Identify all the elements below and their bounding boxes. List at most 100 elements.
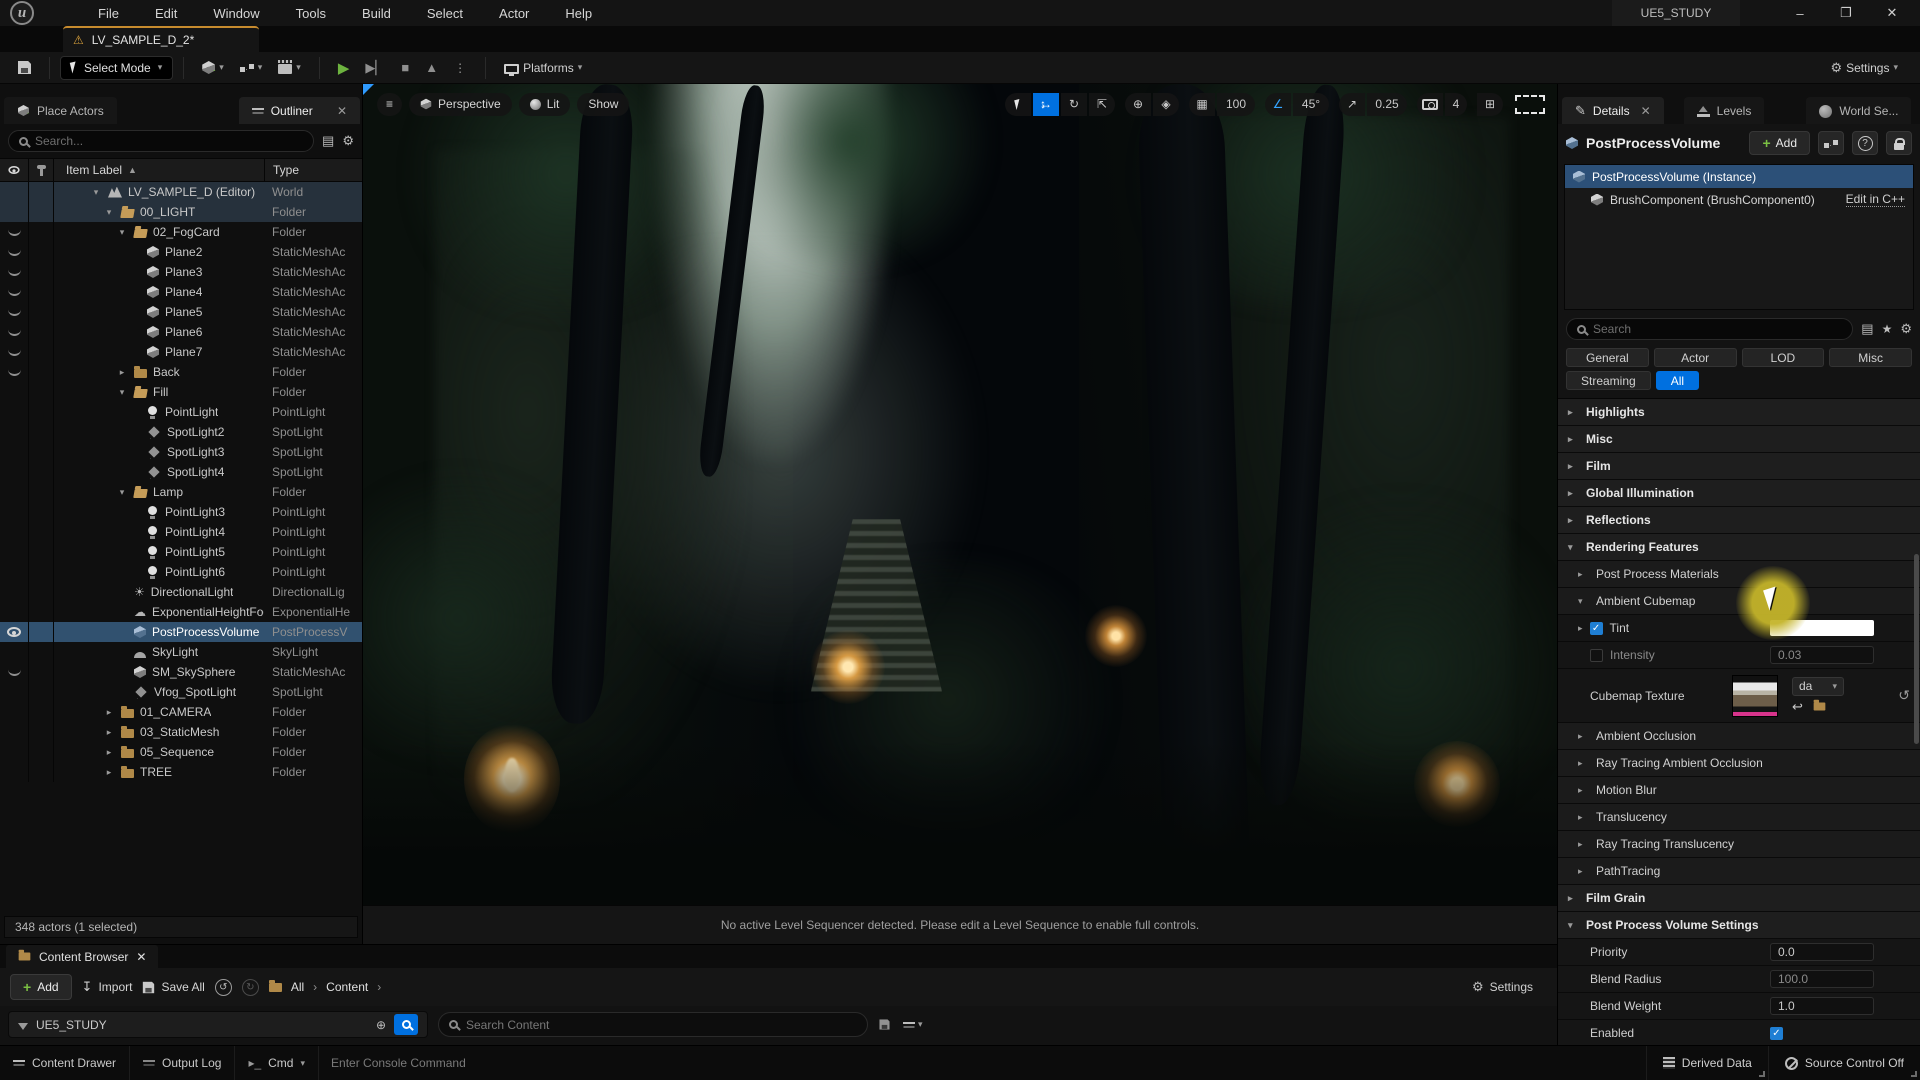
outliner-row[interactable]: ▸ TREE Folder [0,762,362,782]
save-all-button[interactable]: Save All [142,980,204,994]
outliner-row[interactable]: PointLight PointLight [0,402,362,422]
outliner-row[interactable]: ☀ DirectionalLight DirectionalLig [0,582,362,602]
add-collection-icon[interactable]: ⊕ [376,1018,386,1032]
component-row-brush[interactable]: BrushComponent (BrushComponent0) Edit in… [1565,188,1913,211]
add-actor-button[interactable]: +▾ [194,55,232,81]
details-category[interactable]: ▸Reflections [1558,507,1920,534]
back-button[interactable]: ↺ [215,979,232,996]
source-control-button[interactable]: Source Control Off [1768,1046,1920,1080]
perspective-dropdown[interactable]: Perspective [409,93,512,116]
expander-icon[interactable]: ▾ [90,187,102,198]
maximize-viewport-button[interactable]: ⊞ [1477,93,1503,116]
blueprints-button[interactable]: ▾ [232,55,271,81]
sources-filter-bar[interactable]: UE5_STUDY ⊕ [8,1011,428,1038]
camera-speed-value[interactable]: 4 [1445,93,1467,116]
details-subsection[interactable]: ▸Translucency [1558,804,1920,831]
scale-snap-value[interactable]: 0.25 [1367,93,1407,116]
level-asset-tab[interactable]: ⚠ LV_SAMPLE_D_2* [63,26,259,52]
tab-world-settings[interactable]: World Se... [1806,97,1911,124]
filter-chip[interactable]: Misc [1829,348,1912,367]
outliner-row[interactable]: PostProcessVolume PostProcessV [0,622,362,642]
details-category-film-grain[interactable]: ▸Film Grain [1558,885,1920,912]
view-mode-dropdown[interactable]: Lit [519,93,571,116]
cb-settings-button[interactable]: ⚙ Settings [1472,979,1547,995]
expander-icon[interactable]: ▾ [116,487,128,498]
outliner-row[interactable]: PointLight6 PointLight [0,562,362,582]
cinematics-button[interactable]: ▾ [270,55,309,81]
rotation-snap-button[interactable]: ∠ [1265,93,1291,116]
details-scrollbar[interactable] [1914,554,1919,744]
cubemap-asset-dropdown[interactable]: da▾ [1792,677,1844,696]
tab-place-actors[interactable]: + Place Actors [4,97,117,124]
visibility-eye-icon[interactable] [8,309,21,316]
cb-add-button[interactable]: + Add [10,974,72,1000]
favorites-icon[interactable]: ★ [1882,322,1893,336]
menu-item[interactable]: File [84,2,133,25]
visibility-eye-icon[interactable] [8,349,21,356]
close-tab-icon[interactable]: ✕ [1641,104,1651,118]
tab-levels[interactable]: Levels [1684,97,1765,124]
unreal-logo-icon[interactable]: u [10,1,34,25]
blueprint-convert-button[interactable] [1818,131,1844,155]
viewport-options-button[interactable]: ≡ [377,93,402,116]
outliner-row[interactable]: SpotLight3 SpotLight [0,442,362,462]
details-category[interactable]: ▸Global Illumination [1558,480,1920,507]
show-dropdown[interactable]: Show [577,93,629,116]
details-category-rendering-features[interactable]: ▾Rendering Features [1558,534,1920,561]
derived-data-button[interactable]: Derived Data [1646,1046,1768,1080]
outliner-row[interactable]: Plane2 StaticMeshAc [0,242,362,262]
outliner-row[interactable]: ▾ 00_LIGHT Folder [0,202,362,222]
breadcrumb-content[interactable]: Content [326,980,368,994]
viewport-layout-icon[interactable] [1515,95,1545,114]
visibility-eye-icon[interactable] [8,269,21,276]
tab-content-browser[interactable]: Content Browser ✕ [6,945,158,968]
close-tab-icon[interactable]: ✕ [337,104,347,118]
expander-icon[interactable]: ▾ [116,387,128,398]
breadcrumb-all[interactable]: All [291,980,304,994]
chip-all[interactable]: All [1656,371,1699,390]
component-row-instance[interactable]: PostProcessVolume (Instance) [1565,165,1913,188]
outliner-row[interactable]: Vfog_SpotLight SpotLight [0,682,362,702]
pin-column-icon[interactable] [40,168,43,176]
menu-item[interactable]: Build [348,2,405,25]
details-subsection[interactable]: ▸Ray Tracing Ambient Occlusion [1558,750,1920,777]
find-in-content-button[interactable] [394,1014,418,1035]
details-subsection[interactable]: ▸Motion Blur [1558,777,1920,804]
details-subsection[interactable]: ▸Ray Tracing Translucency [1558,831,1920,858]
outliner-row[interactable]: ▾ 02_FogCard Folder [0,222,362,242]
visibility-eye-icon[interactable] [8,329,21,336]
property-value-input[interactable]: 100.0 [1770,970,1874,988]
outliner-row[interactable]: Plane7 StaticMeshAc [0,342,362,362]
edit-in-cpp-link[interactable]: Edit in C++ [1846,192,1905,207]
rotation-snap-value[interactable]: 45° [1293,93,1329,116]
details-settings-icon[interactable]: ⚙ [1900,321,1912,337]
outliner-search-input[interactable]: Search... [8,130,314,152]
column-type[interactable]: Type [264,159,362,181]
expander-icon[interactable]: ▸ [103,727,115,738]
play-options-button[interactable]: ⋮ [446,55,475,81]
level-viewport[interactable]: ≡ Perspective Lit Show ↔↕ ↻ ⇱ ⊕ ◈ ▦ 100 [363,84,1557,944]
close-button[interactable]: ✕ [1882,5,1902,21]
select-tool-button[interactable] [1005,93,1031,116]
menu-item[interactable]: Tools [282,2,340,25]
outliner-row[interactable]: ▾ Fill Folder [0,382,362,402]
browse-to-asset-icon[interactable] [1813,699,1826,714]
details-subsection[interactable]: ▸PathTracing [1558,858,1920,885]
import-button[interactable]: ↧ Import [82,979,133,995]
visibility-eye-icon[interactable] [8,369,21,376]
details-category[interactable]: ▸Highlights [1558,399,1920,426]
outliner-view-icon[interactable]: ▤ [322,133,334,149]
surface-snap-button[interactable]: ◈ [1153,93,1179,116]
filter-chip[interactable]: Actor [1654,348,1737,367]
outliner-row[interactable]: ▸ 03_StaticMesh Folder [0,722,362,742]
outliner-row[interactable]: ▸ 05_Sequence Folder [0,742,362,762]
content-drawer-button[interactable]: Content Drawer [0,1046,130,1080]
viewport-scene[interactable] [363,84,1557,905]
move-tool-button[interactable]: ↔↕ [1033,93,1059,116]
chip-streaming[interactable]: Streaming [1566,371,1651,390]
outliner-row[interactable]: Plane3 StaticMeshAc [0,262,362,282]
details-category[interactable]: ▸Misc [1558,426,1920,453]
outliner-row[interactable]: PointLight4 PointLight [0,522,362,542]
tint-checkbox[interactable]: ✓ [1590,622,1603,635]
menu-item[interactable]: Select [413,2,477,25]
